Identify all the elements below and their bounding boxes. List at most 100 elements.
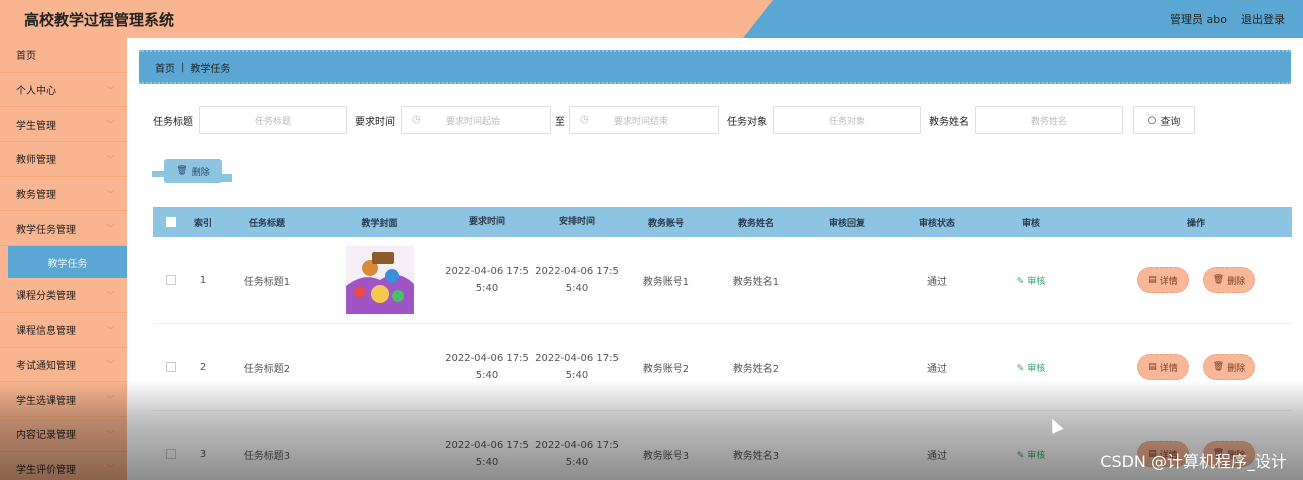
row-title: 任务标题1 <box>243 276 291 288</box>
sidebar-item-label: 学生管理 <box>16 120 56 132</box>
row-required-time-line2: 5:40 <box>475 370 499 381</box>
chevron-down-icon: ﹀ <box>105 120 115 131</box>
document-icon: ▤ <box>1148 275 1157 285</box>
row-checkbox-cell <box>153 362 189 372</box>
table-row: 1 任务标题1 2022-04-06 17:5 5:40 2022-04-06 … <box>153 237 1292 324</box>
sidebar-item-label: 个人中心 <box>16 86 56 98</box>
sidebar-item-label: 教学任务管理 <box>16 224 76 236</box>
select-all-checkbox-cell <box>153 217 189 227</box>
row-arranged-time-line2: 5:40 <box>565 457 589 468</box>
row-audit-link[interactable]: ✎ 审核 <box>982 274 1080 287</box>
detail-label: 详情 <box>1159 363 1178 374</box>
row-required-time-line1: 2022-04-06 17:5 <box>445 266 529 277</box>
app-title: 高校教学过程管理系统 <box>24 11 175 29</box>
chevron-down-icon: ﹀ <box>105 291 115 302</box>
task-target-label: 任务对象 <box>727 116 767 128</box>
task-title-input[interactable]: 任务标题 <box>199 106 347 134</box>
row-audit-link[interactable]: ✎ 审核 <box>982 361 1080 374</box>
task-target-input[interactable]: 任务对象 <box>773 106 921 134</box>
sidebar-item-students[interactable]: 学生管理 ﹀ <box>0 107 127 143</box>
breadcrumb: 首页 | 教学任务 <box>139 50 1291 84</box>
row-academic-account: 教务账号1 <box>642 276 690 288</box>
logout-link[interactable]: 退出登录 <box>1241 11 1285 27</box>
sidebar-item-home[interactable]: 首页 <box>0 38 127 73</box>
detail-button[interactable]: ▤ 详情 <box>1137 354 1189 380</box>
row-required-time: 2022-04-06 17:5 5:40 <box>442 437 532 471</box>
sidebar-item-student-evaluation[interactable]: 学生评价管理 ﹀ <box>0 452 127 480</box>
academic-name-input[interactable]: 教务姓名 <box>975 106 1123 134</box>
sidebar-item-course-info[interactable]: 课程信息管理 ﹀ <box>0 313 127 348</box>
task-table: 索引 任务标题 教学封面 要求时间 安排时间 教务账号 教务姓名 审核回复 审核… <box>153 207 1292 480</box>
query-button[interactable]: ○ 查询 <box>1133 106 1195 134</box>
sidebar: 首页 个人中心 ﹀ 学生管理 ﹀ 教师管理 ﹀ 教务管理 ﹀ 教学任务管理 ﹀ 教学任务 … <box>0 38 127 480</box>
row-academic-account: 教务账号3 <box>642 450 690 462</box>
column-header: 教学封面 <box>361 218 398 229</box>
chevron-down-icon: ﹀ <box>105 190 115 201</box>
detail-label: 详情 <box>1159 276 1178 287</box>
table-row: 2 任务标题2 2022-04-06 17:5 5:40 2022-04-06 1… <box>153 324 1292 411</box>
sidebar-item-label: 教师管理 <box>16 155 56 167</box>
sidebar-item-label: 学生选课管理 <box>16 395 76 407</box>
sidebar-item-teachers[interactable]: 教师管理 ﹀ <box>0 142 127 177</box>
row-checkbox[interactable] <box>166 275 176 285</box>
sidebar-item-teaching-tasks[interactable]: 教学任务管理 ﹀ <box>0 211 127 247</box>
row-title: 任务标题2 <box>243 363 291 375</box>
task-title-label: 任务标题 <box>153 116 193 128</box>
select-all-checkbox[interactable] <box>166 217 176 227</box>
sidebar-item-academic[interactable]: 教务管理 ﹀ <box>0 177 127 212</box>
delete-button[interactable]: 🗑 删除 <box>1203 354 1255 380</box>
row-audit-link[interactable]: ✎ 审核 <box>982 448 1080 461</box>
sidebar-item-label: 课程信息管理 <box>16 326 76 338</box>
row-index: 2 <box>199 361 207 373</box>
trash-icon: 🗑 <box>176 166 188 176</box>
row-required-time-line2: 5:40 <box>475 457 499 468</box>
row-checkbox-cell <box>153 275 189 285</box>
detail-button[interactable]: ▤ 详情 <box>1137 267 1189 293</box>
chevron-down-icon: ﹀ <box>105 360 115 371</box>
row-academic-account: 教务账号2 <box>642 363 690 375</box>
delete-label: 删除 <box>1227 363 1246 374</box>
row-audit-status: 通过 <box>927 450 947 462</box>
row-arranged-time: 2022-04-06 17:5 5:40 <box>532 350 622 384</box>
search-bar: 任务标题 任务标题 要求时间 ◷ 要求时间起始 至 ◷ 要求时间结束 任务对象 … <box>153 106 1195 134</box>
table-header: 索引 任务标题 教学封面 要求时间 安排时间 教务账号 教务姓名 审核回复 审核… <box>153 207 1292 237</box>
row-required-time-line1: 2022-04-06 17:5 <box>445 353 529 364</box>
trash-icon: 🗑 <box>1212 362 1225 372</box>
main-content: 首页 | 教学任务 任务标题 任务标题 要求时间 ◷ 要求时间起始 至 ◷ 要求… <box>127 38 1303 480</box>
batch-delete-button[interactable]: 🗑 删除 <box>152 159 232 183</box>
column-header: 任务标题 <box>248 218 285 229</box>
edit-icon: ✎ <box>1016 450 1028 461</box>
edit-icon: ✎ <box>1016 363 1028 374</box>
sidebar-item-course-category[interactable]: 课程分类管理 ﹀ <box>0 278 127 313</box>
required-time-end-input[interactable]: ◷ 要求时间结束 <box>569 106 719 134</box>
user-label: 管理员 abo <box>1170 13 1227 26</box>
breadcrumb-home[interactable]: 首页 <box>155 60 175 75</box>
audit-label: 审核 <box>1027 363 1046 374</box>
sidebar-item-profile[interactable]: 个人中心 ﹀ <box>0 73 127 108</box>
sidebar-item-course-selection[interactable]: 学生选课管理 ﹀ <box>0 382 127 417</box>
sidebar-subitem-teaching-task[interactable]: 教学任务 <box>8 246 127 279</box>
audit-label: 审核 <box>1027 450 1046 461</box>
row-checkbox[interactable] <box>166 362 176 372</box>
row-required-time: 2022-04-06 17:5 5:40 <box>442 350 532 384</box>
delete-button[interactable]: 🗑 删除 <box>1203 267 1255 293</box>
edit-icon: ✎ <box>1016 276 1028 287</box>
row-required-time-line2: 5:40 <box>475 283 499 294</box>
chevron-down-icon: ﹀ <box>105 224 115 235</box>
column-header: 教务姓名 <box>737 218 774 229</box>
sidebar-item-label: 内容记录管理 <box>16 430 76 442</box>
required-time-label: 要求时间 <box>355 116 395 128</box>
breadcrumb-separator: | <box>181 61 185 73</box>
watermark: CSDN @计算机程序_设计 <box>1100 452 1287 471</box>
sidebar-item-content-records[interactable]: 内容记录管理 ﹀ <box>0 417 127 452</box>
column-header: 审核 <box>1021 218 1040 229</box>
row-audit-status: 通过 <box>927 363 947 375</box>
sidebar-item-exam-notice[interactable]: 考试通知管理 ﹀ <box>0 348 127 383</box>
row-checkbox[interactable] <box>166 449 176 459</box>
audit-label: 审核 <box>1027 276 1046 287</box>
chevron-down-icon: ﹀ <box>105 395 115 406</box>
row-academic-name: 教务姓名2 <box>732 363 780 375</box>
row-arranged-time-line1: 2022-04-06 17:5 <box>535 353 619 364</box>
required-time-start-placeholder: 要求时间起始 <box>446 116 501 127</box>
required-time-start-input[interactable]: ◷ 要求时间起始 <box>401 106 551 134</box>
